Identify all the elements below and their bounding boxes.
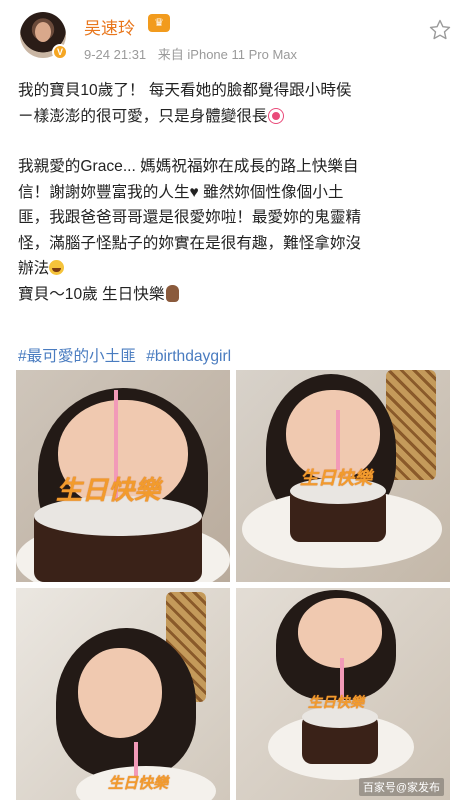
post-meta: 9-24 21:31 来自 iPhone 11 Pro Max bbox=[84, 44, 305, 63]
photo-1[interactable]: 生日快樂 bbox=[16, 370, 230, 582]
photo-4[interactable]: 生日快樂 百家号@家发布 bbox=[236, 588, 450, 800]
verified-badge-icon: V bbox=[52, 44, 68, 60]
post-source: 来自 iPhone 11 Pro Max bbox=[157, 47, 298, 62]
vip-crown-icon: ♛ bbox=[148, 14, 170, 32]
watermark: 百家号@家发布 bbox=[358, 778, 444, 796]
victory-hand-emoji-icon bbox=[166, 284, 180, 302]
username[interactable]: 吴速玲 bbox=[84, 14, 135, 39]
post-line: 我親愛的Grace... 媽媽祝福妳在成長的路上快樂自 bbox=[18, 158, 359, 175]
hashtag-link[interactable]: #birthdaygirl bbox=[146, 348, 231, 365]
photo-3[interactable]: 生日快樂 bbox=[16, 588, 230, 800]
star-outline-icon[interactable] bbox=[428, 18, 452, 42]
post-timestamp: 9-24 21:31 bbox=[84, 47, 147, 62]
cake-topper-text: 生日快樂 bbox=[56, 475, 161, 505]
cake-topper-text: 生日快樂 bbox=[308, 694, 364, 710]
post-text: 我的寶貝10歲了！ 每天看她的臉都覺得跟小時侯 ㄧ樣澎澎的很可愛，只是身體變很長… bbox=[18, 78, 450, 307]
post-line: 匪，我跟爸爸哥哥還是很愛妳啦！最愛妳的鬼靈精 bbox=[18, 209, 362, 226]
post-paragraph: 我的寶貝10歲了！ 每天看她的臉都覺得跟小時侯 ㄧ樣澎澎的很可愛，只是身體變很長 bbox=[18, 78, 450, 129]
post-line: 信！謝謝妳豐富我的人生♥ 雖然妳個性像個小土 bbox=[18, 183, 344, 201]
post-line: 寶貝～10歲 生日快樂 bbox=[18, 285, 165, 303]
cake-topper-text: 生日快樂 bbox=[300, 468, 372, 488]
photo-grid: 生日快樂 生日快樂 生日快樂 生日快樂 百家号@家发布 bbox=[16, 370, 450, 800]
lollipop-emoji-icon bbox=[268, 108, 283, 123]
hashtags: #最可愛的小土匪 #birthdaygirl bbox=[18, 344, 237, 366]
photo-2[interactable]: 生日快樂 bbox=[236, 370, 450, 582]
hashtag-link[interactable]: #最可愛的小土匪 bbox=[18, 348, 136, 365]
post-header: V 吴速玲 ♛ 9-24 21:31 来自 iPhone 11 Pro Max bbox=[0, 0, 466, 66]
post-line: ㄧ樣澎澎的很可愛，只是身體變很長 bbox=[18, 107, 268, 125]
cake-topper-text: 生日快樂 bbox=[108, 775, 169, 792]
post-paragraph: 我親愛的Grace... 媽媽祝福妳在成長的路上快樂自 信！謝謝妳豐富我的人生♥… bbox=[18, 154, 450, 307]
laughing-emoji-icon bbox=[49, 260, 65, 275]
post-line: 辦法 bbox=[18, 260, 50, 277]
post-line: 怪，滿腦子怪點子的妳實在是很有趣，難怪拿妳沒 bbox=[18, 234, 362, 252]
post-line: 我的寶貝10歲了！ 每天看她的臉都覺得跟小時侯 bbox=[18, 82, 352, 99]
